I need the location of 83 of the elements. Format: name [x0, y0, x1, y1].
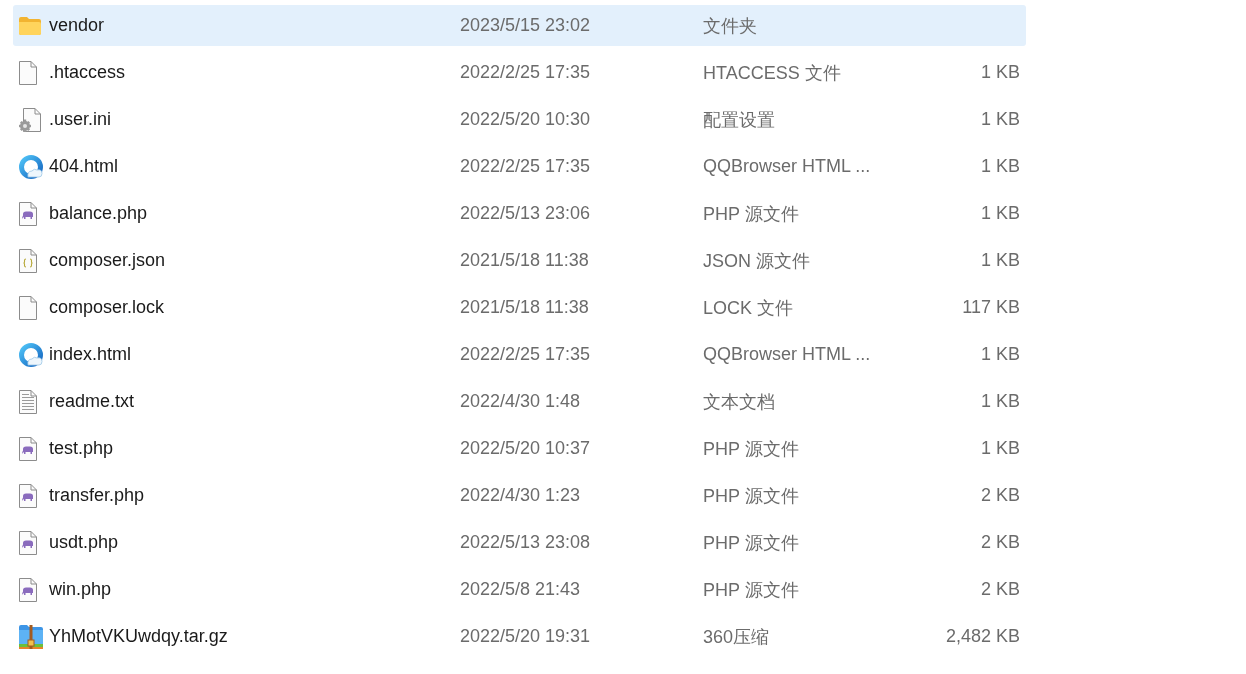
file-name: usdt.php	[49, 532, 119, 553]
elephant-file-icon	[19, 577, 37, 602]
file-row[interactable]: index.html 2022/2/25 17:35 QQBrowser HTML ... 1 KB	[13, 334, 1026, 375]
file-row[interactable]: composer.lock 2021/5/18 11:38 LOCK 文件 117 KB	[13, 287, 1026, 328]
file-type: PHP 源文件	[703, 484, 799, 508]
file-type: LOCK 文件	[703, 296, 794, 320]
file-size: 117 KB	[962, 297, 1020, 318]
file-type: QQBrowser HTML ...	[703, 344, 871, 365]
file-type: 文本文档	[703, 390, 775, 414]
file-name: .user.ini	[49, 109, 112, 130]
file-size: 2,482 KB	[945, 626, 1020, 647]
file-type: QQBrowser HTML ...	[703, 156, 871, 177]
file-size: 1 KB	[980, 344, 1020, 365]
modified-date: 2022/5/20 19:31	[460, 626, 591, 647]
file-icon	[19, 60, 37, 85]
modified-date: 2021/5/18 11:38	[460, 297, 589, 318]
modified-date: 2021/5/18 11:38	[460, 250, 589, 271]
cloud-ring-icon	[19, 154, 43, 179]
file-name: transfer.php	[49, 485, 145, 506]
file-name: win.php	[49, 579, 112, 600]
elephant-file-icon	[19, 483, 37, 508]
modified-date: 2022/2/25 17:35	[460, 62, 591, 83]
modified-date: 2022/5/20 10:30	[460, 109, 591, 130]
file-row[interactable]: balance.php 2022/5/13 23:06 PHP 源文件 1 KB	[13, 193, 1026, 234]
file-row[interactable]: win.php 2022/5/8 21:43 PHP 源文件 2 KB	[13, 569, 1026, 610]
file-type: 360压缩	[703, 625, 770, 649]
file-row[interactable]: YhMotVKUwdqy.tar.gz 2022/5/20 19:31 360压缩 2,482 KB	[13, 616, 1026, 657]
file-size: 1 KB	[980, 438, 1020, 459]
folder-icon	[19, 16, 41, 35]
file-size: 1 KB	[980, 250, 1020, 271]
file-name: index.html	[49, 344, 132, 365]
modified-date: 2022/4/30 1:48	[460, 391, 581, 412]
cloud-ring-icon	[19, 342, 43, 367]
text-file-icon	[19, 389, 37, 414]
file-size: 2 KB	[980, 579, 1020, 600]
file-type: PHP 源文件	[703, 578, 799, 602]
file-size: 1 KB	[980, 156, 1020, 177]
file-row[interactable]: 404.html 2022/2/25 17:35 QQBrowser HTML ... 1 KB	[13, 146, 1026, 187]
file-row[interactable]: usdt.php 2022/5/13 23:08 PHP 源文件 2 KB	[13, 522, 1026, 563]
file-name: vendor	[49, 15, 105, 36]
file-type: 文件夹	[703, 14, 757, 38]
file-name: composer.lock	[49, 297, 165, 318]
archive-icon	[19, 624, 43, 649]
file-size: 2 KB	[980, 532, 1020, 553]
modified-date: 2022/4/30 1:23	[460, 485, 581, 506]
file-type: HTACCESS 文件	[703, 61, 841, 85]
file-size: 1 KB	[980, 62, 1020, 83]
file-type: PHP 源文件	[703, 202, 799, 226]
file-type: 配置设置	[703, 108, 775, 132]
modified-date: 2022/5/20 10:37	[460, 438, 591, 459]
file-size: 1 KB	[980, 391, 1020, 412]
file-row[interactable]: vendor 2023/5/15 23:02 文件夹	[13, 5, 1026, 46]
file-name: .htaccess	[49, 62, 126, 83]
modified-date: 2022/5/8 21:43	[460, 579, 581, 600]
file-name: readme.txt	[49, 391, 135, 412]
elephant-file-icon	[19, 530, 37, 555]
modified-date: 2022/5/13 23:08	[460, 532, 591, 553]
file-size: 1 KB	[980, 203, 1020, 224]
file-row[interactable]: .htaccess 2022/2/25 17:35 HTACCESS 文件 1 KB	[13, 52, 1026, 93]
modified-date: 2022/2/25 17:35	[460, 156, 591, 177]
file-type: PHP 源文件	[703, 531, 799, 555]
file-name: 404.html	[49, 156, 119, 177]
modified-date: 2022/5/13 23:06	[460, 203, 591, 224]
file-size: 2 KB	[980, 485, 1020, 506]
file-row[interactable]: composer.json 2021/5/18 11:38 JSON 源文件 1 KB	[13, 240, 1026, 281]
file-row[interactable]: test.php 2022/5/20 10:37 PHP 源文件 1 KB	[13, 428, 1026, 469]
file-row[interactable]: readme.txt 2022/4/30 1:48 文本文档 1 KB	[13, 381, 1026, 422]
file-icon	[19, 295, 37, 320]
file-name: YhMotVKUwdqy.tar.gz	[49, 626, 228, 647]
modified-date: 2022/2/25 17:35	[460, 344, 591, 365]
file-name: test.php	[49, 438, 114, 459]
modified-date: 2023/5/15 23:02	[460, 15, 591, 36]
file-type: PHP 源文件	[703, 437, 799, 461]
elephant-file-icon	[19, 201, 37, 226]
braces-file-icon	[19, 248, 37, 273]
file-size: 1 KB	[980, 109, 1020, 130]
file-type: JSON 源文件	[703, 249, 810, 273]
file-row[interactable]: .user.ini 2022/5/20 10:30 配置设置 1 KB	[13, 99, 1026, 140]
file-name: composer.json	[49, 250, 166, 271]
file-name: balance.php	[49, 203, 148, 224]
file-row[interactable]: transfer.php 2022/4/30 1:23 PHP 源文件 2 KB	[13, 475, 1026, 516]
gear-file-icon	[19, 107, 41, 132]
elephant-file-icon	[19, 436, 37, 461]
